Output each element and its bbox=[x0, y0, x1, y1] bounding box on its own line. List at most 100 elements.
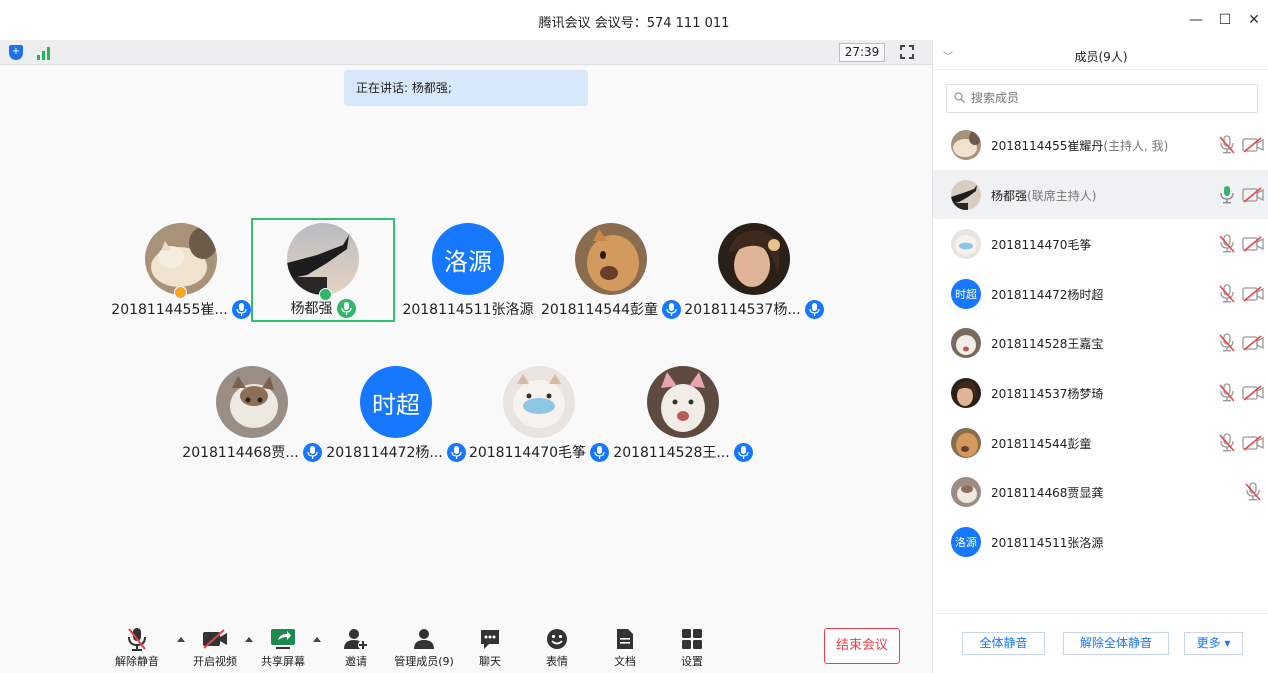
member-row[interactable]: 2018114468贾显龚 bbox=[933, 467, 1268, 516]
security-shield-icon[interactable]: + bbox=[9, 45, 23, 60]
network-signal-icon[interactable] bbox=[37, 46, 53, 60]
microphone-muted-icon[interactable] bbox=[1219, 432, 1235, 453]
share-screen-label: 共享屏幕 bbox=[261, 655, 305, 668]
member-avatar bbox=[951, 427, 981, 458]
microphone-active-icon[interactable] bbox=[1219, 185, 1235, 205]
microphone-icon bbox=[733, 442, 753, 462]
member-name: 2018114511张洛源 bbox=[991, 535, 1104, 550]
title-bar: 腾讯会议 会议号：574 111 011 — ☐ ✕ bbox=[0, 0, 1268, 40]
emoji-label: 表情 bbox=[546, 655, 568, 668]
members-panel-footer: 全体静音 解除全体静音 更多 ▾ bbox=[933, 613, 1268, 673]
avatar bbox=[503, 366, 575, 438]
search-icon bbox=[954, 92, 965, 103]
member-avatar bbox=[951, 179, 981, 210]
member-row[interactable]: 杨都强(联席主持人) bbox=[933, 169, 1268, 219]
meeting-timer: 27:39 bbox=[839, 43, 885, 62]
participant-tile[interactable]: 洛源 2018114511张洛源 bbox=[396, 219, 540, 323]
participant-tile[interactable]: 2018114528王... bbox=[611, 362, 755, 466]
docs-label: 文档 bbox=[614, 655, 636, 668]
participant-tile[interactable]: 时超 2018114472杨... bbox=[324, 362, 468, 466]
chat-button[interactable]: 聊天 bbox=[455, 627, 525, 671]
unmute-all-button[interactable]: 解除全体静音 bbox=[1063, 632, 1169, 655]
unmute-button[interactable]: 解除静音 bbox=[102, 627, 172, 671]
camera-off-icon[interactable] bbox=[1242, 335, 1264, 351]
member-row[interactable]: 2018114528王嘉宝 bbox=[933, 318, 1268, 367]
docs-button[interactable]: 文档 bbox=[590, 627, 660, 671]
chat-icon bbox=[455, 627, 525, 651]
member-row[interactable]: 时超 2018114472杨时超 bbox=[933, 269, 1268, 318]
camera-off-icon[interactable] bbox=[1242, 435, 1264, 451]
member-row[interactable]: 洛源 2018114511张洛源 bbox=[933, 517, 1268, 566]
start-video-button[interactable]: 开启视频 bbox=[180, 627, 250, 671]
end-meeting-button[interactable]: 结束会议 bbox=[824, 628, 900, 664]
participant-tile-active[interactable]: 杨都强 bbox=[251, 218, 395, 322]
microphone-muted-icon[interactable] bbox=[1245, 482, 1261, 502]
share-screen-button[interactable]: 共享屏幕 bbox=[248, 627, 318, 671]
participant-name: 2018114537杨... bbox=[684, 302, 801, 318]
minimize-button[interactable]: — bbox=[1186, 10, 1206, 30]
invite-button[interactable]: 邀请 bbox=[321, 627, 391, 671]
member-row[interactable]: 2018114537杨梦琦 bbox=[933, 368, 1268, 417]
microphone-muted-icon[interactable] bbox=[1219, 383, 1235, 403]
avatar bbox=[647, 366, 719, 438]
microphone-muted-icon[interactable] bbox=[1219, 135, 1235, 155]
share-options-arrow-icon[interactable] bbox=[313, 637, 321, 642]
member-search-input[interactable] bbox=[971, 91, 1241, 105]
camera-off-icon[interactable] bbox=[1242, 187, 1264, 203]
emoji-button[interactable]: 表情 bbox=[522, 627, 592, 671]
member-avatar bbox=[951, 130, 981, 160]
share-screen-icon bbox=[248, 627, 318, 651]
member-row[interactable]: 2018114455崔耀丹(主持人, 我) bbox=[933, 120, 1268, 169]
microphone-muted-icon[interactable] bbox=[1219, 333, 1235, 353]
fullscreen-icon[interactable] bbox=[900, 45, 914, 59]
member-name: 杨都强 bbox=[991, 188, 1028, 203]
members-panel-header: ﹀ 成员(9人) bbox=[933, 40, 1268, 70]
settings-grid-icon bbox=[657, 627, 727, 651]
avatar: 洛源 bbox=[432, 223, 504, 295]
invite-user-icon bbox=[321, 627, 391, 651]
participant-name: 杨都强 bbox=[290, 301, 333, 317]
participant-name: 2018114470毛筝 bbox=[468, 445, 587, 461]
microphone-icon bbox=[804, 299, 824, 319]
participant-name: 2018114544彭童 bbox=[540, 302, 659, 318]
start-video-label: 开启视频 bbox=[193, 655, 237, 668]
close-button[interactable]: ✕ bbox=[1244, 10, 1264, 30]
settings-button[interactable]: 设置 bbox=[657, 627, 727, 671]
unmute-label: 解除静音 bbox=[115, 655, 159, 668]
member-avatar bbox=[951, 328, 981, 359]
participant-name: 2018114455崔... bbox=[111, 302, 228, 318]
settings-label: 设置 bbox=[681, 655, 703, 668]
document-icon bbox=[590, 627, 660, 651]
microphone-muted-icon[interactable] bbox=[1219, 284, 1235, 304]
avatar bbox=[575, 223, 647, 295]
more-button[interactable]: 更多 ▾ bbox=[1184, 632, 1243, 655]
participant-tile[interactable]: 2018114468贾... bbox=[180, 362, 324, 466]
members-icon bbox=[389, 627, 459, 651]
window-title: 腾讯会议 会议号：574 111 011 bbox=[538, 16, 730, 31]
manage-members-button[interactable]: 管理成员(9) bbox=[389, 627, 459, 671]
participant-tile[interactable]: 2018114544彭童 bbox=[539, 219, 683, 323]
chat-label: 聊天 bbox=[479, 655, 501, 668]
microphone-active-icon bbox=[336, 298, 356, 318]
member-name: 2018114528王嘉宝 bbox=[991, 337, 1104, 352]
maximize-button[interactable]: ☐ bbox=[1215, 10, 1235, 30]
avatar bbox=[287, 223, 359, 295]
camera-off-icon[interactable] bbox=[1242, 286, 1264, 302]
participant-tile[interactable]: 2018114455崔... bbox=[109, 219, 253, 323]
camera-off-icon[interactable] bbox=[1242, 385, 1264, 401]
member-avatar: 时超 bbox=[951, 278, 981, 309]
member-name: 2018114470毛筝 bbox=[991, 238, 1092, 253]
member-row[interactable]: 2018114544彭童 bbox=[933, 418, 1268, 467]
participant-name: 2018114472杨... bbox=[326, 445, 443, 461]
member-avatar bbox=[951, 477, 981, 508]
avatar bbox=[145, 223, 217, 295]
camera-off-icon[interactable] bbox=[1242, 236, 1264, 252]
participant-tile[interactable]: 2018114537杨... bbox=[682, 219, 826, 323]
camera-off-icon[interactable] bbox=[1242, 137, 1264, 153]
member-search-box[interactable] bbox=[946, 84, 1258, 113]
microphone-muted-icon[interactable] bbox=[1219, 234, 1235, 254]
member-row[interactable]: 2018114470毛筝 bbox=[933, 219, 1268, 268]
meeting-toolbar: 解除静音 开启视频 共享屏幕 邀请 管理成员(9) 聊天 表情 文档 设置 结束… bbox=[0, 623, 932, 673]
participant-tile[interactable]: 2018114470毛筝 bbox=[467, 362, 611, 466]
mute-all-button[interactable]: 全体静音 bbox=[962, 632, 1045, 655]
